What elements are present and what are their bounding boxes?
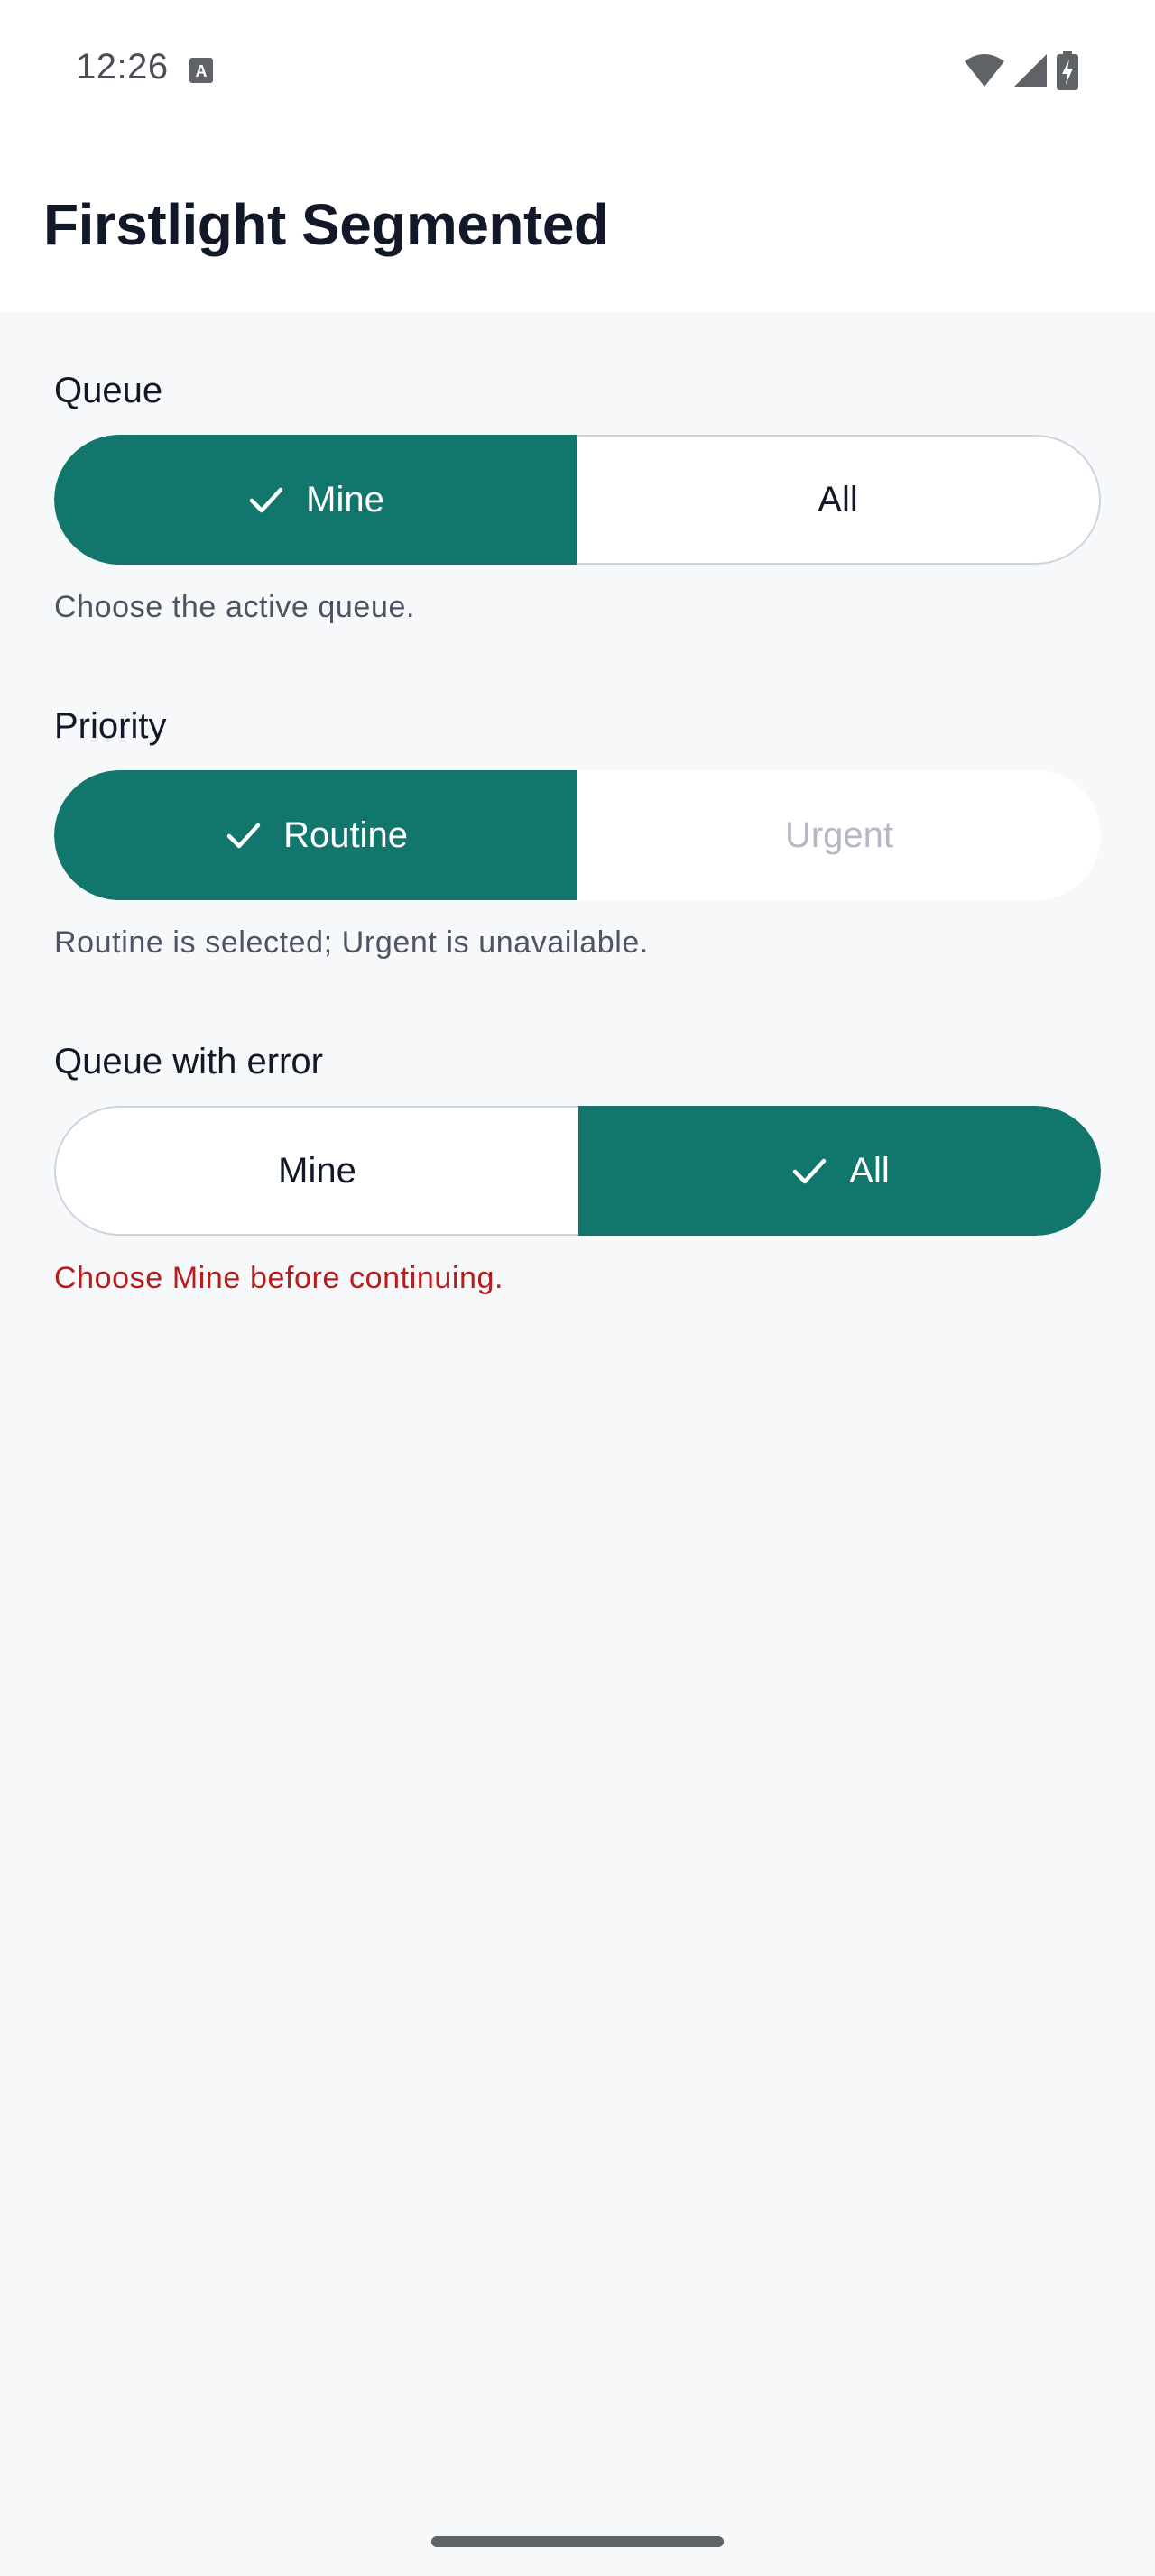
page-title: Firstlight Segmented [43, 192, 609, 257]
error-text: Choose Mine before continuing. [54, 1261, 504, 1295]
check-icon [246, 480, 286, 520]
priority-segmented-control: Routine Urgent [54, 770, 1101, 900]
segment-label: All [849, 1150, 890, 1191]
section-label: Priority [54, 706, 167, 746]
segment-label: All [818, 479, 858, 520]
wifi-icon [964, 52, 1005, 93]
status-icons [964, 51, 1079, 95]
top-app-bar: Firstlight Segmented [0, 135, 1155, 312]
segment-all[interactable]: All [578, 1106, 1101, 1236]
text-a-notification-icon: A [189, 58, 213, 83]
queue-error-segmented-control: Mine All [54, 1106, 1101, 1236]
helper-text: Routine is selected; Urgent is unavailab… [54, 925, 649, 960]
battery-charging-icon [1056, 51, 1079, 95]
segment-routine[interactable]: Routine [54, 770, 578, 900]
status-bar: 12:26 A [0, 0, 1155, 135]
segment-label: Mine [278, 1150, 356, 1191]
priority-section: Priority Routine Urgent Routine is selec… [54, 704, 1101, 960]
segment-urgent: Urgent [578, 770, 1101, 900]
queue-error-section: Queue with error Mine All Choose Mine be… [54, 1039, 1101, 1295]
home-indicator[interactable] [431, 2536, 724, 2547]
segment-mine[interactable]: Mine [54, 435, 577, 565]
check-icon [224, 815, 263, 855]
check-icon [790, 1151, 829, 1191]
helper-text: Choose the active queue. [54, 590, 416, 624]
segment-mine[interactable]: Mine [54, 1106, 578, 1236]
section-label: Queue with error [54, 1042, 323, 1081]
segment-all[interactable]: All [577, 435, 1101, 565]
svg-text:A: A [196, 62, 208, 80]
queue-segmented-control: Mine All [54, 435, 1101, 565]
segment-label: Mine [306, 479, 384, 520]
section-label: Queue [54, 371, 163, 410]
segment-label: Urgent [784, 814, 894, 855]
queue-section: Queue Mine All Choose the active queue. [54, 368, 1101, 624]
segment-label: Routine [283, 814, 408, 855]
cellular-signal-icon [1012, 52, 1049, 93]
status-time: 12:26 [76, 47, 169, 87]
